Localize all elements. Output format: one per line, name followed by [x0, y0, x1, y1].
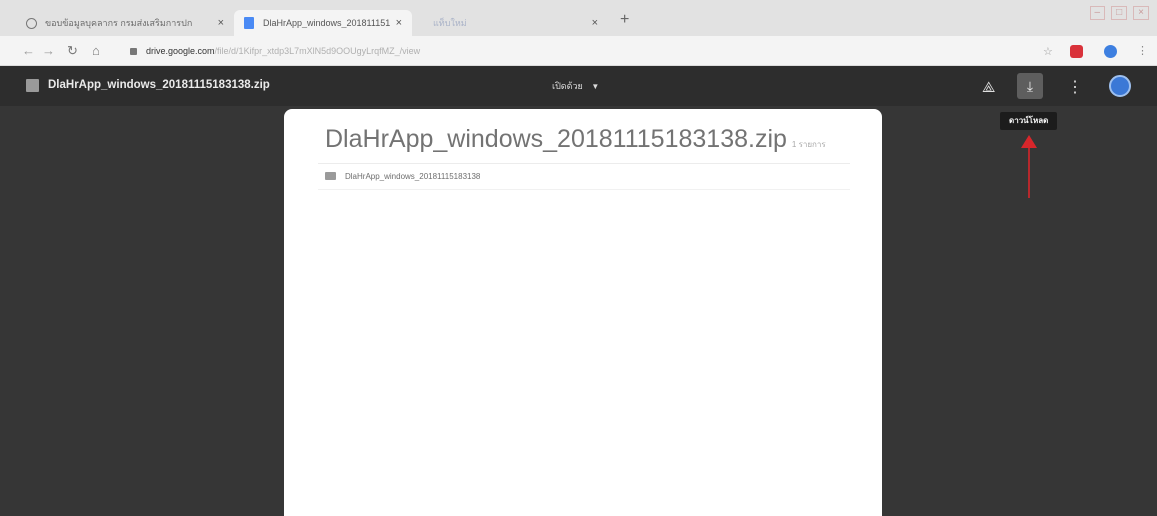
close-icon[interactable]: × [218, 17, 224, 29]
close-icon[interactable]: × [592, 17, 598, 29]
tab-drive-file[interactable]: DlaHrApp_windows_2018111515 × [234, 10, 412, 36]
back-icon[interactable]: ← [22, 43, 35, 58]
tab-hr-database[interactable]: ขอบข้อมูลบุคลากร กรมส่งเสริมการปก × [16, 10, 234, 36]
download-tooltip: ดาวน์โหลด [1000, 112, 1058, 130]
archive-title-text: DlaHrApp_windows_20181115183138.zip [325, 125, 787, 153]
close-window-button[interactable]: × [1133, 6, 1149, 20]
archive-title: DlaHrApp_windows_20181115183138.zip 1 ราย… [325, 125, 826, 154]
minimize-button[interactable]: – [1089, 6, 1106, 20]
browser-toolbar: ← → ↻ ⌂ drive.google.com /file/d/1Kifpr_… [0, 36, 1157, 66]
zip-contents-card: DlaHrApp_windows_20181115183138.zip 1 ราย… [284, 109, 882, 516]
divider [318, 163, 850, 164]
close-icon[interactable]: × [396, 17, 402, 29]
list-item[interactable]: DlaHrApp_windows_20181115183138 [325, 166, 480, 186]
tab-title: ขอบข้อมูลบุคลากร กรมส่งเสริมการปก [45, 18, 193, 28]
forward-icon[interactable]: → [42, 43, 55, 58]
reload-icon[interactable]: ↻ [67, 43, 78, 59]
extension-shield-icon[interactable] [1070, 45, 1083, 58]
tab-title: แท็บใหม่ [433, 18, 467, 28]
url-path: /file/d/1Kifpr_xtdp3L7mXlN5d9OOUgyLrqfMZ… [214, 46, 421, 56]
open-with-button[interactable]: เปิดด้วย ▼ [552, 79, 599, 93]
tab-new[interactable]: แท็บใหม่ × [423, 10, 608, 36]
bookmark-star-icon[interactable]: ☆ [1043, 45, 1053, 58]
folder-name: DlaHrApp_windows_20181115183138 [345, 171, 481, 181]
maximize-button[interactable]: □ [1111, 6, 1128, 20]
divider [318, 189, 850, 190]
folder-icon [325, 172, 336, 180]
browser-tab-strip: ขอบข้อมูลบุคลากร กรมส่งเสริมการปก × DlaH… [0, 0, 1157, 36]
new-tab-button[interactable]: + [620, 11, 629, 29]
drive-file-icon [244, 17, 254, 29]
drive-preview-viewer: DlaHrApp_windows_20181115183138.zip เปิด… [0, 66, 1157, 516]
viewer-header: DlaHrApp_windows_20181115183138.zip เปิด… [0, 66, 1157, 106]
account-avatar[interactable] [1109, 75, 1131, 97]
browser-menu-icon[interactable]: ⋮ [1137, 44, 1148, 57]
add-to-drive-icon[interactable]: ⟁ [982, 79, 995, 96]
viewer-file-name: DlaHrApp_windows_20181115183138.zip [48, 79, 270, 91]
screenshot: ขอบข้อมูลบุคลากร กรมส่งเสริมการปก × DlaH… [0, 0, 1157, 516]
globe-icon [26, 17, 37, 29]
download-icon: ⤓ [1026, 78, 1034, 94]
window-controls: – □ × [1089, 6, 1149, 20]
url-domain: drive.google.com [146, 46, 215, 56]
home-icon[interactable]: ⌂ [92, 43, 100, 58]
profile-icon[interactable] [1104, 45, 1117, 58]
zip-file-icon [26, 79, 39, 92]
chevron-down-icon: ▼ [591, 82, 600, 91]
lock-icon [130, 47, 137, 55]
download-button[interactable]: ⤓ [1017, 73, 1043, 99]
address-bar[interactable]: drive.google.com /file/d/1Kifpr_xtdp3L7m… [130, 43, 420, 59]
archive-item-count: 1 รายการ [791, 140, 826, 149]
tab-title: DlaHrApp_windows_2018111515 [263, 18, 390, 28]
open-with-label: เปิดด้วย [552, 81, 583, 91]
more-options-icon[interactable]: ⋮ [1067, 77, 1083, 97]
annotation-arrow [1021, 135, 1037, 198]
